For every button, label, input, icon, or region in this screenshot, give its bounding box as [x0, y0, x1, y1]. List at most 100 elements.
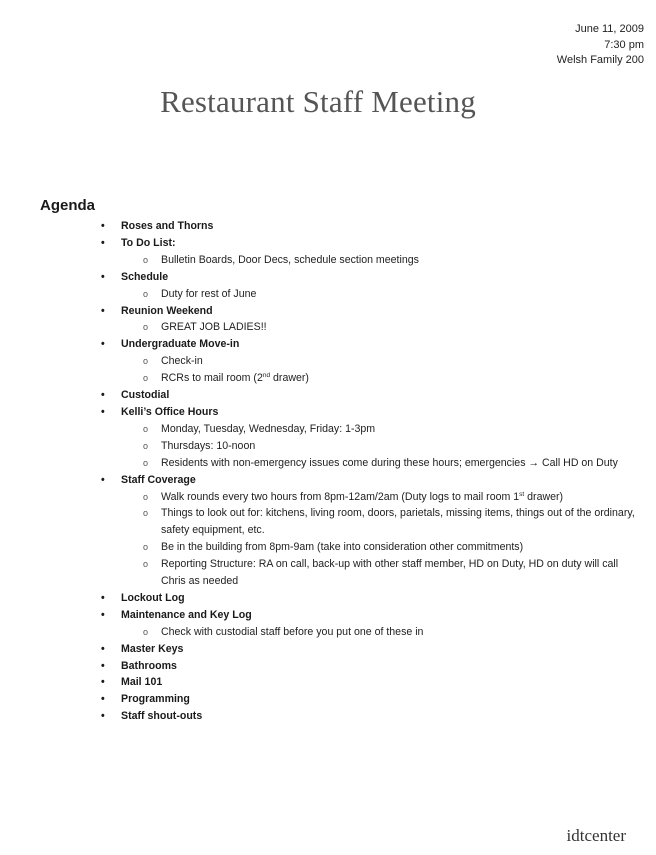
agenda-item-label: Kelli’s Office Hours — [121, 405, 219, 418]
agenda-subitem: o Walk rounds every two hours from 8pm-12… — [121, 489, 645, 506]
agenda-subitem-text: Duty for rest of June — [161, 287, 257, 300]
agenda-subitem: o Monday, Tuesday, Wednesday, Friday: 1-3… — [121, 421, 643, 438]
circle-bullet-icon: o — [143, 423, 149, 434]
agenda-item: • Programming — [98, 691, 643, 708]
bullet-icon: • — [101, 659, 105, 672]
meeting-location: Welsh Family 200 — [556, 54, 644, 66]
ordinal-suffix: st — [519, 490, 525, 498]
agenda-heading: Agenda — [40, 197, 96, 214]
agenda-subitem: o GREAT JOB LADIES!! — [121, 319, 643, 336]
agenda-item-label: Staff shout-outs — [121, 710, 203, 723]
agenda-item-label: Reunion Weekend — [121, 304, 213, 317]
agenda-item: • Master Keys — [98, 641, 643, 658]
circle-bullet-icon: o — [143, 491, 149, 502]
agenda-item: • Bathrooms — [98, 658, 643, 675]
bullet-icon: • — [101, 304, 105, 317]
agenda-subitem-text: Bulletin Boards, Door Decs, schedule sec… — [161, 253, 419, 266]
bullet-icon: • — [101, 389, 105, 402]
agenda-subitem-list: o Duty for rest of June — [121, 286, 643, 303]
circle-bullet-icon: o — [143, 322, 149, 333]
agenda-item-label: Roses and Thorns — [121, 220, 214, 232]
agenda-subitem-text: Reporting Structure: RA on call, back-up… — [161, 558, 619, 588]
agenda-item-label: Maintenance and Key Log — [121, 608, 252, 621]
circle-bullet-icon: o — [143, 254, 149, 265]
circle-bullet-icon: o — [143, 356, 149, 367]
bullet-icon: • — [101, 338, 105, 351]
meeting-time: 7:30 pm — [604, 38, 644, 51]
document-page: June 11, 2009 7:30 pm Welsh Family 200 R… — [0, 0, 656, 855]
agenda-subitem: o Check-in — [121, 353, 643, 370]
bullet-icon: • — [101, 642, 105, 655]
agenda-item: • Kelli’s Office Hours o Monday, Tuesday, W… — [98, 404, 643, 472]
bullet-icon: • — [101, 473, 105, 486]
circle-bullet-icon: o — [143, 440, 149, 451]
bullet-icon: • — [101, 608, 105, 621]
bullet-icon: • — [101, 220, 105, 232]
meeting-date: June 11, 2009 — [575, 23, 644, 35]
agenda-item: • Reunion Weekend o GREAT JOB LADIES!! — [98, 303, 643, 337]
agenda-item-label: Schedule — [121, 270, 169, 283]
bullet-icon: • — [101, 270, 105, 283]
agenda-subitem-text: Be in the building from 8pm-9am (take in… — [161, 541, 524, 554]
agenda-subitem-text: Things to look out for: kitchens, living… — [161, 507, 635, 537]
circle-bullet-icon: o — [143, 559, 149, 570]
agenda-subitem: o Bulletin Boards, Door Decs, schedule se… — [121, 252, 643, 269]
bullet-icon: • — [101, 693, 105, 706]
agenda-list: • Roses and Thorns • To Do List: o Bulletin B… — [98, 218, 643, 725]
circle-bullet-icon: o — [143, 288, 149, 299]
agenda-subitem-list: o Check-in o RCRs to mail room (2nd drawer) — [121, 353, 643, 387]
agenda-subitem-text: Walk rounds every two hours from 8pm-12a… — [161, 490, 564, 503]
bullet-icon: • — [101, 710, 105, 723]
agenda-item: • Undergraduate Move-in o Check-in o RCRs to … — [98, 336, 643, 387]
agenda-item: • Roses and Thorns — [98, 218, 643, 235]
agenda-subitem-list: o Monday, Tuesday, Wednesday, Friday: 1-3… — [121, 421, 643, 472]
agenda-item: • Mail 101 — [98, 674, 643, 691]
agenda-item-label: Bathrooms — [121, 659, 177, 672]
agenda-item-label: Lockout Log — [121, 591, 185, 604]
agenda-item-label: Mail 101 — [121, 676, 163, 689]
bullet-icon: • — [101, 676, 105, 689]
agenda-item: • Staff shout-outs — [98, 708, 643, 725]
agenda-subitem-text: Thursdays: 10-noon — [161, 439, 256, 452]
circle-bullet-icon: o — [143, 457, 149, 468]
agenda-item: • Lockout Log — [98, 590, 643, 607]
agenda-item: • Staff Coverage o Walk rounds every two ho… — [98, 472, 643, 590]
agenda-subitem-list: o GREAT JOB LADIES!! — [121, 319, 643, 336]
agenda-subitem-text: Monday, Tuesday, Wednesday, Friday: 1-3p… — [161, 422, 376, 435]
page-title: Restaurant Staff Meeting — [160, 84, 476, 119]
circle-bullet-icon: o — [143, 542, 149, 553]
meeting-details: June 11, 2009 7:30 pm Welsh Family 200 — [557, 22, 644, 69]
agenda-subitem: o Reporting Structure: RA on call, back-u… — [121, 556, 643, 590]
agenda-item-label: Master Keys — [121, 642, 184, 655]
agenda-subitem-text: Check with custodial staff before you pu… — [161, 625, 424, 638]
agenda-item: • To Do List: o Bulletin Boards, Door Decs,… — [98, 235, 643, 269]
agenda-subitem-text: RCRs to mail room (2nd drawer) — [161, 372, 309, 385]
agenda-subitem: o Things to look out for: kitchens, livin… — [121, 505, 643, 539]
circle-bullet-icon: o — [143, 508, 149, 519]
agenda-subitem: o RCRs to mail room (2nd drawer) — [121, 370, 643, 387]
agenda-item: • Custodial — [98, 387, 643, 404]
agenda-item-label: Custodial — [121, 389, 170, 402]
agenda-subitem: o Check with custodial staff before you p… — [121, 624, 643, 641]
agenda-item-label: Staff Coverage — [121, 473, 196, 486]
agenda-subitem-list: o Bulletin Boards, Door Decs, schedule se… — [121, 252, 643, 269]
agenda-item: • Schedule o Duty for rest of June — [98, 269, 643, 303]
agenda-subitem-list: o Walk rounds every two hours from 8pm-12… — [121, 489, 643, 590]
agenda-item: • Maintenance and Key Log o Check with cust… — [98, 607, 643, 641]
agenda-subitem: o Thursdays: 10-noon — [121, 438, 643, 455]
ordinal-suffix: nd — [262, 372, 271, 380]
agenda-subitem: o Be in the building from 8pm-9am (take i… — [121, 539, 643, 556]
agenda-subitem-text: Check-in — [161, 355, 203, 368]
bullet-icon: • — [101, 236, 105, 249]
agenda-item-label: To Do List: — [121, 236, 176, 249]
bullet-icon: • — [101, 405, 105, 418]
circle-bullet-icon: o — [143, 626, 149, 637]
agenda-item-label: Undergraduate Move-in — [121, 338, 240, 351]
agenda-item-label: Programming — [121, 693, 190, 706]
agenda-subitem-list: o Check with custodial staff before you p… — [121, 624, 643, 641]
agenda-subitem: o Duty for rest of June — [121, 286, 643, 303]
agenda-subitem-text: GREAT JOB LADIES!! — [161, 321, 267, 334]
bullet-icon: • — [101, 591, 105, 604]
agenda-subitem-text: Residents with non-emergency issues come… — [161, 456, 618, 469]
agenda-subitem: o Residents with non-emergency issues com… — [121, 455, 643, 472]
